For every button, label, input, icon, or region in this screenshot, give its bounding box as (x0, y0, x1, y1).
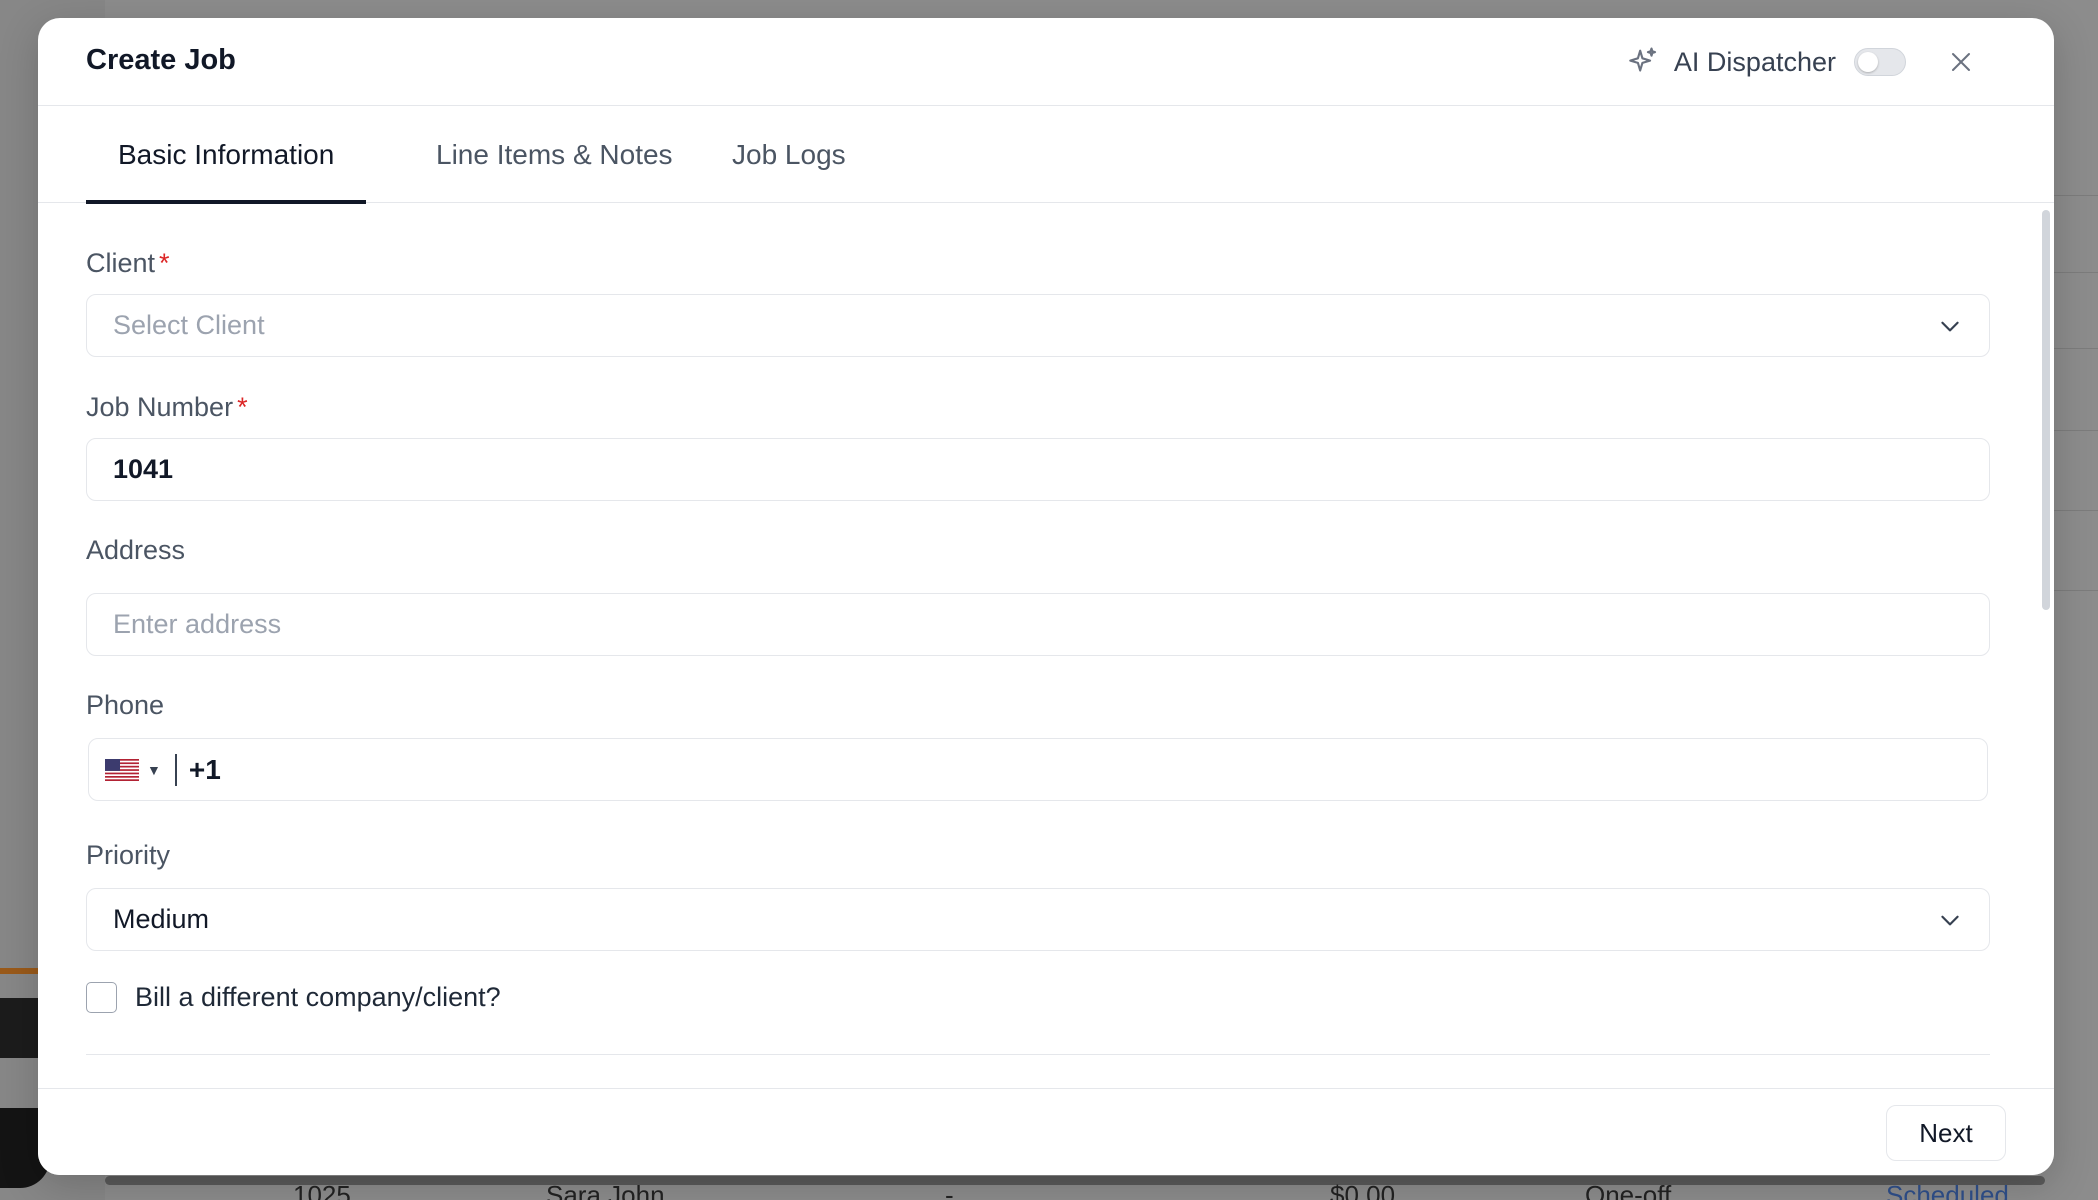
background-status: Scheduled (1886, 1180, 2009, 1200)
background-divider (2050, 510, 2098, 511)
modal-scrollbar[interactable] (2042, 210, 2050, 610)
address-label: Address (86, 535, 186, 565)
background-client-name: Sara John (546, 1180, 665, 1200)
client-select[interactable]: Select Client (86, 294, 1990, 357)
required-mark: * (237, 392, 248, 422)
section-divider (86, 1054, 1990, 1055)
background-table-row: 1025 Sara John - $0.00 One-off Scheduled (0, 1180, 2098, 1200)
tab-basic-information[interactable]: Basic Information (86, 107, 367, 204)
required-mark: * (159, 248, 170, 278)
job-number-label: Job Number * (86, 392, 248, 423)
sparkle-icon (1629, 47, 1657, 72)
background-job-number: 1025 (293, 1180, 351, 1200)
background-amount: $0.00 (1330, 1180, 1396, 1200)
background-accent (0, 968, 40, 974)
background-job-type: One-off (1585, 1180, 1672, 1200)
phone-label: Phone (86, 690, 165, 720)
job-number-value: 1041 (113, 454, 174, 484)
background-divider (2050, 272, 2098, 273)
modal-body: Client * Select Client Job Number * 1041 A… (38, 204, 2054, 1088)
phone-input[interactable]: ▼ +1 (88, 738, 1988, 801)
country-caret-icon[interactable]: ▼ (147, 762, 161, 778)
create-job-modal: Create Job AI Dispatcher Basic Informati… (38, 18, 2054, 1175)
toggle-knob (1858, 52, 1878, 72)
job-number-label-text: Job Number (86, 392, 234, 422)
dial-code: +1 (188, 753, 221, 785)
background-divider (2050, 430, 2098, 431)
tab-line-items-notes[interactable]: Line Items & Notes (404, 107, 705, 203)
close-button[interactable] (1946, 47, 1976, 77)
job-number-input[interactable]: 1041 (86, 438, 1990, 501)
client-label: Client * (86, 248, 170, 279)
modal-header: Create Job AI Dispatcher (38, 18, 2054, 106)
us-flag-icon[interactable] (105, 758, 139, 781)
ai-dispatcher-label: AI Dispatcher (1673, 46, 1836, 77)
background-divider (2050, 348, 2098, 349)
tab-job-logs[interactable]: Job Logs (700, 107, 878, 203)
priority-value: Medium (113, 904, 210, 934)
client-label-text: Client (86, 248, 156, 278)
phone-separator (174, 753, 177, 786)
background-divider (2050, 195, 2098, 196)
bill-different-row[interactable]: Bill a different company/client? (86, 982, 501, 1013)
close-icon (1952, 53, 1970, 71)
chevron-down-icon (1941, 915, 1959, 926)
background-dash: - (945, 1180, 954, 1200)
modal-footer: Next (38, 1088, 2054, 1175)
priority-label: Priority (86, 840, 171, 870)
ai-dispatcher-toggle[interactable] (1854, 48, 1906, 76)
modal-title: Create Job (86, 44, 236, 76)
chevron-down-icon (1941, 321, 1959, 332)
priority-select[interactable]: Medium (86, 888, 1990, 951)
tab-bar: Basic Information Line Items & Notes Job… (38, 107, 2054, 204)
address-placeholder: Enter address (113, 609, 282, 639)
background-divider (2050, 590, 2098, 591)
next-button[interactable]: Next (1886, 1105, 2006, 1161)
client-placeholder: Select Client (113, 310, 265, 340)
bill-different-checkbox[interactable] (86, 982, 117, 1013)
address-input[interactable]: Enter address (86, 593, 1990, 656)
bill-different-label: Bill a different company/client? (135, 982, 501, 1012)
background-block (0, 998, 40, 1058)
ai-dispatcher: AI Dispatcher (1626, 42, 1976, 82)
